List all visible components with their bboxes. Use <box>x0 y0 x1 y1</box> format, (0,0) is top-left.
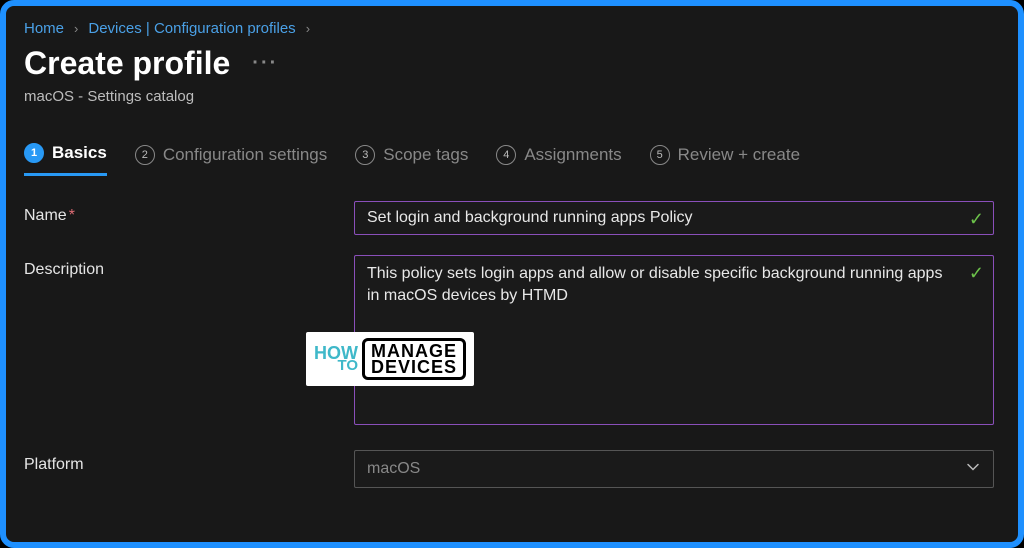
required-indicator: * <box>69 207 75 224</box>
page-subtitle: macOS - Settings catalog <box>24 88 1000 105</box>
tab-review-create[interactable]: 5 Review + create <box>650 145 800 175</box>
more-actions-icon[interactable]: ··· <box>252 52 278 75</box>
step-number-icon: 4 <box>496 145 516 165</box>
chevron-right-icon: › <box>306 21 310 36</box>
breadcrumb: Home › Devices | Configuration profiles … <box>24 20 1000 37</box>
tab-assignments[interactable]: 4 Assignments <box>496 145 621 175</box>
tab-configuration-settings[interactable]: 2 Configuration settings <box>135 145 327 175</box>
step-number-icon: 3 <box>355 145 375 165</box>
tab-scope-tags[interactable]: 3 Scope tags <box>355 145 468 175</box>
tab-basics[interactable]: 1 Basics <box>24 143 107 176</box>
chevron-right-icon: › <box>74 21 78 36</box>
step-number-icon: 2 <box>135 145 155 165</box>
platform-select[interactable]: macOS <box>354 450 994 488</box>
watermark-logo: HOW TO MANAGE DEVICES <box>306 332 474 386</box>
name-input[interactable] <box>354 201 994 235</box>
platform-label: Platform <box>24 450 354 474</box>
breadcrumb-home[interactable]: Home <box>24 20 64 37</box>
chevron-down-icon <box>965 459 981 480</box>
description-label: Description <box>24 255 354 279</box>
platform-value: macOS <box>367 460 420 477</box>
breadcrumb-devices[interactable]: Devices | Configuration profiles <box>88 20 295 37</box>
page-title: Create profile ··· <box>24 45 1000 82</box>
name-label: Name* <box>24 201 354 225</box>
step-number-icon: 1 <box>24 143 44 163</box>
wizard-steps: 1 Basics 2 Configuration settings 3 Scop… <box>24 143 1000 177</box>
step-number-icon: 5 <box>650 145 670 165</box>
